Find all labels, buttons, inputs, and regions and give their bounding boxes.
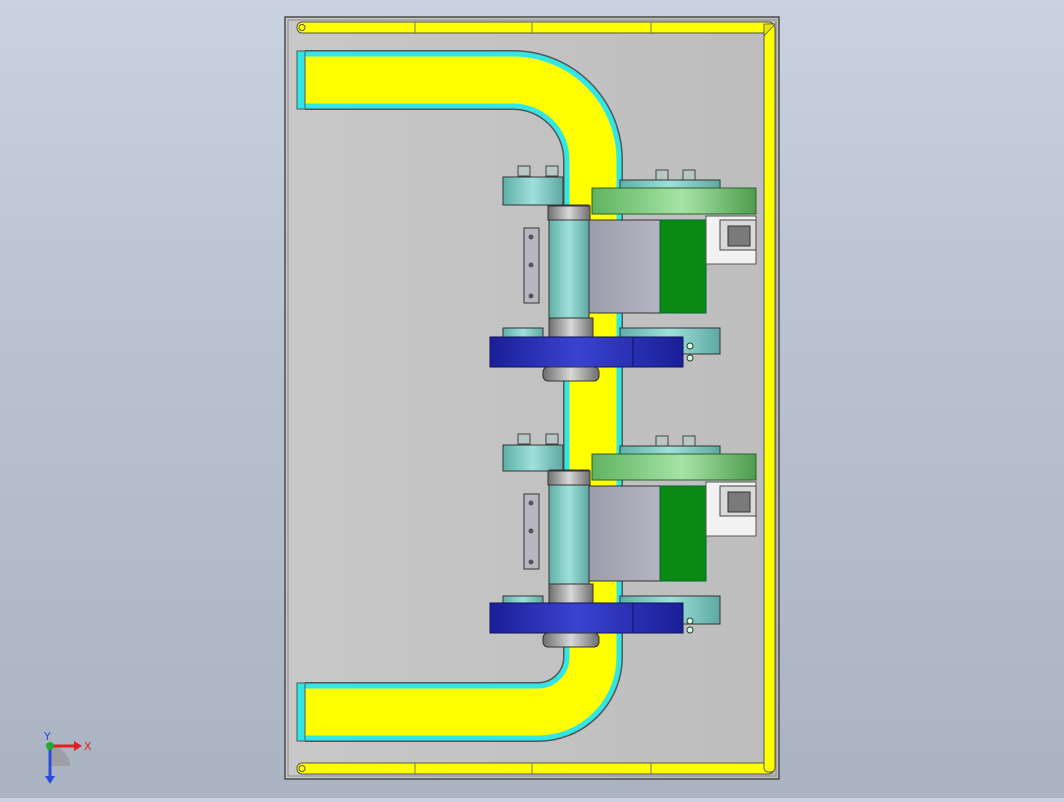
x-axis-label: X [84, 740, 92, 753]
coordinate-triad-icon: X Y [40, 730, 100, 788]
bottom-rail [296, 762, 775, 775]
cad-viewport[interactable]: X Y [0, 0, 1064, 798]
y-axis-label: Y [43, 732, 51, 743]
assembly-drawing [284, 16, 780, 780]
base-plate [284, 16, 780, 780]
right-rail [763, 23, 776, 773]
top-rail [296, 21, 775, 34]
